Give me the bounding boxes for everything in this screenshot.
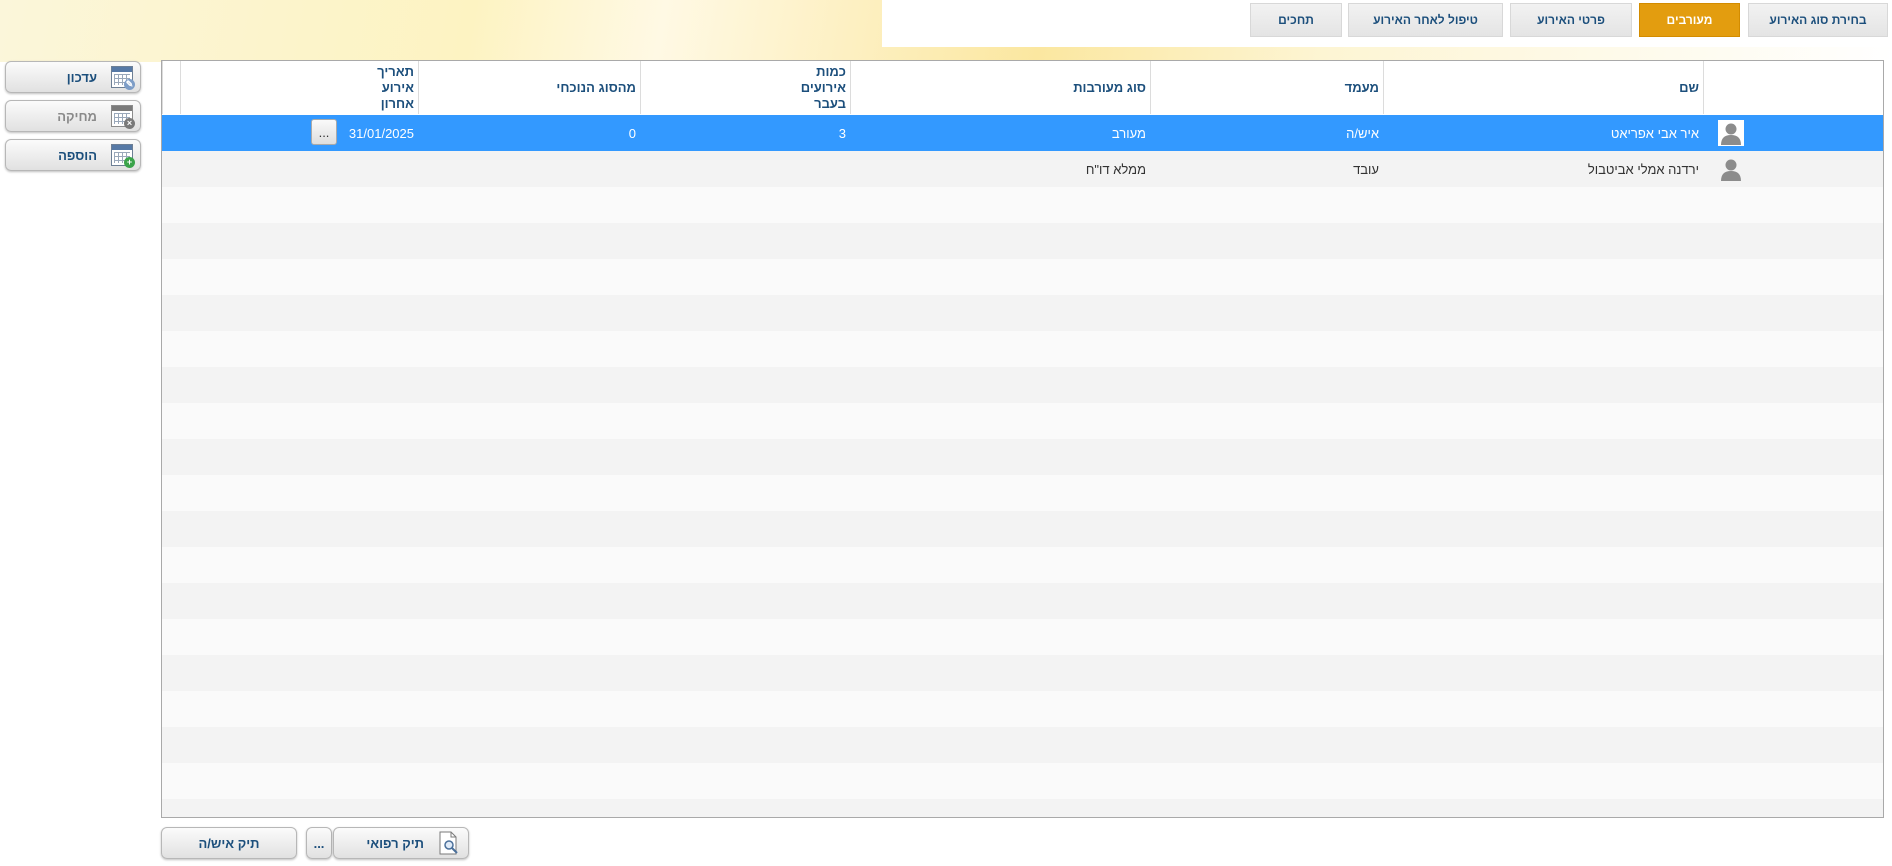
add-button-label: הוספה: [58, 147, 97, 163]
update-button[interactable]: עדכון ✎: [5, 61, 141, 93]
medical-file-button-label: תיק רפואי: [366, 835, 424, 851]
empty-row: [162, 763, 1883, 799]
empty-row: [162, 187, 1883, 223]
add-button[interactable]: הוספה +: [5, 139, 141, 171]
person-avatar-icon: [1718, 156, 1744, 182]
tab-other[interactable]: תחכים: [1250, 3, 1342, 37]
empty-row: [162, 619, 1883, 655]
bottom-ellipsis-button[interactable]: ...: [306, 827, 332, 859]
col-last-event-date-header[interactable]: תאריך אירוע אחרון: [180, 61, 418, 114]
calendar-delete-icon: ×: [111, 105, 135, 129]
update-button-label: עדכון: [66, 69, 97, 85]
empty-row: [162, 799, 1883, 817]
col-avatar-header: [1703, 61, 1883, 114]
empty-row: [162, 511, 1883, 547]
empty-row: [162, 439, 1883, 475]
cell-status: איש/ה: [1346, 125, 1379, 141]
empty-row: [162, 331, 1883, 367]
tab-bar: בחירת סוג האירוע מעורבים פרטי האירוע טיפ…: [0, 3, 1892, 37]
table-row[interactable]: ירדנה אמלי אביטבול עובד ממלא דו"ח: [162, 151, 1883, 187]
col-current-type-header[interactable]: מהסוג הנוכחי: [418, 61, 640, 114]
empty-row: [162, 583, 1883, 619]
involved-grid: שם מעמד סוג מעורבות כמות אירועים בעבר מה…: [161, 60, 1884, 818]
col-status-header[interactable]: מעמד: [1150, 61, 1383, 114]
cell-last-event-date: [320, 151, 418, 187]
cell-current-type: [418, 151, 640, 187]
cell-past-events: [640, 151, 850, 187]
empty-row: [162, 691, 1883, 727]
personal-file-button[interactable]: תיק איש/ה: [161, 827, 297, 859]
col-involvement-type-header[interactable]: סוג מעורבות: [850, 61, 1150, 114]
cell-involvement-type: ממלא דו"ח: [1085, 161, 1146, 177]
grid-header: שם מעמד סוג מעורבות כמות אירועים בעבר מה…: [162, 61, 1883, 116]
document-search-icon: [438, 831, 460, 855]
cell-name: איר אבי אפריאט: [1610, 125, 1699, 141]
medical-file-button[interactable]: תיק רפואי: [333, 827, 469, 859]
calendar-add-icon: +: [111, 144, 135, 168]
tab-involved[interactable]: מעורבים: [1639, 3, 1740, 37]
empty-row: [162, 403, 1883, 439]
cell-name: ירדנה אמלי אביטבול: [1587, 161, 1699, 177]
tab-event-details[interactable]: פרטי האירוע: [1510, 3, 1632, 37]
empty-row: [162, 367, 1883, 403]
col-spacer-header: [162, 61, 180, 114]
empty-row: [162, 259, 1883, 295]
empty-row: [162, 295, 1883, 331]
delete-button[interactable]: מחיקה ×: [5, 100, 141, 132]
cell-past-events: 3: [838, 125, 846, 141]
table-row[interactable]: איר אבי אפריאט איש/ה מעורב 3 0 31/01/202…: [162, 115, 1883, 151]
cell-current-type: 0: [628, 125, 636, 141]
empty-row: [162, 547, 1883, 583]
delete-button-label: מחיקה: [57, 108, 97, 124]
calendar-edit-icon: ✎: [111, 66, 135, 90]
empty-row: [162, 223, 1883, 259]
row-details-button[interactable]: ...: [311, 119, 337, 145]
empty-row: [162, 475, 1883, 511]
cell-status: עובד: [1353, 161, 1379, 177]
tab-post-event-handling[interactable]: טיפול לאחר האירוע: [1348, 3, 1503, 37]
col-name-header[interactable]: שם: [1383, 61, 1703, 114]
tab-event-type[interactable]: בחירת סוג האירוע: [1748, 3, 1888, 37]
col-past-events-header[interactable]: כמות אירועים בעבר: [640, 61, 850, 114]
empty-row: [162, 655, 1883, 691]
cell-involvement-type: מעורב: [1111, 125, 1146, 141]
empty-row: [162, 727, 1883, 763]
person-avatar-icon: [1718, 120, 1744, 146]
